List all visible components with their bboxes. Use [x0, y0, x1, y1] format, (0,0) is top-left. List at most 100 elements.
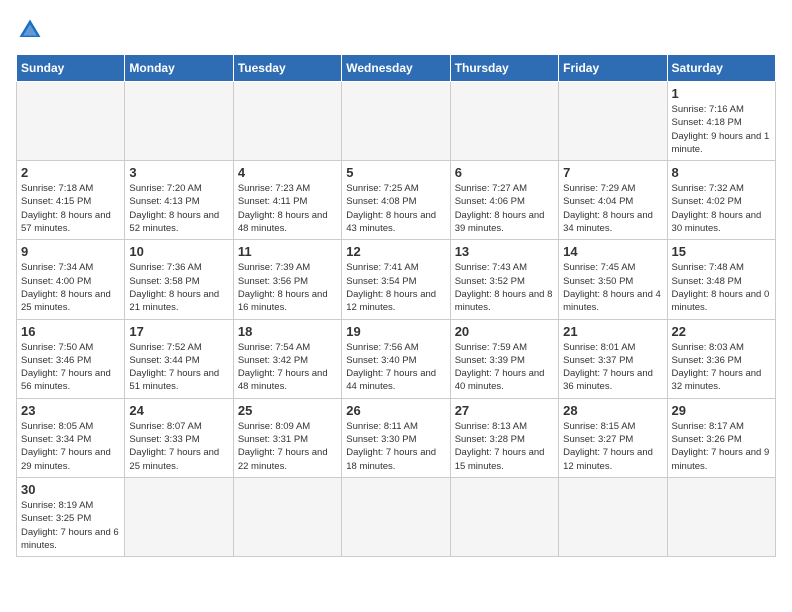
week-row-6: 30 Sunrise: 8:19 AM Sunset: 3:25 PM Dayli… [17, 477, 776, 556]
day-number: 10 [129, 244, 228, 259]
day-cell: 22Sunrise: 8:03 AM Sunset: 3:36 PM Dayli… [667, 319, 775, 398]
calendar-header-row: SundayMondayTuesdayWednesdayThursdayFrid… [17, 55, 776, 82]
day-cell: 4 Sunrise: 7:23 AM Sunset: 4:11 PM Daylig… [233, 161, 341, 240]
day-number: 27 [455, 403, 554, 418]
day-number: 8 [672, 165, 771, 180]
day-cell: 14 Sunrise: 7:45 AM Sunset: 3:50 PM Dayli… [559, 240, 667, 319]
day-info: Sunrise: 7:45 AM Sunset: 3:50 PM Dayligh… [563, 261, 662, 314]
col-header-wednesday: Wednesday [342, 55, 450, 82]
day-cell: 29Sunrise: 8:17 AM Sunset: 3:26 PM Dayli… [667, 398, 775, 477]
col-header-sunday: Sunday [17, 55, 125, 82]
day-number: 12 [346, 244, 445, 259]
day-info: Sunrise: 7:54 AM Sunset: 3:42 PM Dayligh… [238, 341, 337, 394]
day-info: Sunrise: 7:59 AM Sunset: 3:39 PM Dayligh… [455, 341, 554, 394]
day-cell [342, 477, 450, 556]
day-number: 23 [21, 403, 120, 418]
day-info: Sunrise: 8:01 AM Sunset: 3:37 PM Dayligh… [563, 341, 662, 394]
week-row-2: 2Sunrise: 7:18 AM Sunset: 4:15 PM Daylig… [17, 161, 776, 240]
day-info: Sunrise: 8:07 AM Sunset: 3:33 PM Dayligh… [129, 420, 228, 473]
day-cell [342, 82, 450, 161]
col-header-thursday: Thursday [450, 55, 558, 82]
day-cell: 10Sunrise: 7:36 AM Sunset: 3:58 PM Dayli… [125, 240, 233, 319]
day-cell: 23Sunrise: 8:05 AM Sunset: 3:34 PM Dayli… [17, 398, 125, 477]
day-cell: 15 Sunrise: 7:48 AM Sunset: 3:48 PM Dayli… [667, 240, 775, 319]
day-number: 1 [672, 86, 771, 101]
day-number: 26 [346, 403, 445, 418]
day-info: Sunrise: 7:43 AM Sunset: 3:52 PM Dayligh… [455, 261, 554, 314]
day-info: Sunrise: 7:56 AM Sunset: 3:40 PM Dayligh… [346, 341, 445, 394]
day-info: Sunrise: 7:20 AM Sunset: 4:13 PM Dayligh… [129, 182, 228, 235]
day-number: 21 [563, 324, 662, 339]
day-cell: 1 Sunrise: 7:16 AM Sunset: 4:18 PM Daylig… [667, 82, 775, 161]
day-cell: 18 Sunrise: 7:54 AM Sunset: 3:42 PM Dayli… [233, 319, 341, 398]
logo [16, 16, 48, 44]
day-cell: 6 Sunrise: 7:27 AM Sunset: 4:06 PM Daylig… [450, 161, 558, 240]
day-number: 5 [346, 165, 445, 180]
day-cell [450, 82, 558, 161]
col-header-saturday: Saturday [667, 55, 775, 82]
day-number: 25 [238, 403, 337, 418]
day-info: Sunrise: 7:25 AM Sunset: 4:08 PM Dayligh… [346, 182, 445, 235]
day-cell: 13 Sunrise: 7:43 AM Sunset: 3:52 PM Dayli… [450, 240, 558, 319]
day-info: Sunrise: 7:41 AM Sunset: 3:54 PM Dayligh… [346, 261, 445, 314]
week-row-4: 16 Sunrise: 7:50 AM Sunset: 3:46 PM Dayli… [17, 319, 776, 398]
day-number: 16 [21, 324, 120, 339]
day-number: 30 [21, 482, 120, 497]
day-info: Sunrise: 7:52 AM Sunset: 3:44 PM Dayligh… [129, 341, 228, 394]
day-info: Sunrise: 7:32 AM Sunset: 4:02 PM Dayligh… [672, 182, 771, 235]
day-cell: 17 Sunrise: 7:52 AM Sunset: 3:44 PM Dayli… [125, 319, 233, 398]
week-row-3: 9 Sunrise: 7:34 AM Sunset: 4:00 PM Daylig… [17, 240, 776, 319]
day-cell: 28Sunrise: 8:15 AM Sunset: 3:27 PM Dayli… [559, 398, 667, 477]
day-info: Sunrise: 7:27 AM Sunset: 4:06 PM Dayligh… [455, 182, 554, 235]
day-info: Sunrise: 8:19 AM Sunset: 3:25 PM Dayligh… [21, 499, 120, 552]
day-cell [559, 477, 667, 556]
day-number: 24 [129, 403, 228, 418]
day-cell [559, 82, 667, 161]
day-cell [233, 477, 341, 556]
day-number: 11 [238, 244, 337, 259]
day-info: Sunrise: 7:48 AM Sunset: 3:48 PM Dayligh… [672, 261, 771, 314]
day-cell: 9 Sunrise: 7:34 AM Sunset: 4:00 PM Daylig… [17, 240, 125, 319]
day-info: Sunrise: 7:16 AM Sunset: 4:18 PM Dayligh… [672, 103, 771, 156]
day-number: 15 [672, 244, 771, 259]
day-cell: 3Sunrise: 7:20 AM Sunset: 4:13 PM Daylig… [125, 161, 233, 240]
day-cell [233, 82, 341, 161]
day-cell: 20 Sunrise: 7:59 AM Sunset: 3:39 PM Dayli… [450, 319, 558, 398]
day-info: Sunrise: 7:23 AM Sunset: 4:11 PM Dayligh… [238, 182, 337, 235]
col-header-tuesday: Tuesday [233, 55, 341, 82]
day-info: Sunrise: 7:50 AM Sunset: 3:46 PM Dayligh… [21, 341, 120, 394]
day-number: 9 [21, 244, 120, 259]
day-number: 14 [563, 244, 662, 259]
day-cell: 25Sunrise: 8:09 AM Sunset: 3:31 PM Dayli… [233, 398, 341, 477]
day-number: 13 [455, 244, 554, 259]
day-cell: 5 Sunrise: 7:25 AM Sunset: 4:08 PM Daylig… [342, 161, 450, 240]
day-cell: 12 Sunrise: 7:41 AM Sunset: 3:54 PM Dayli… [342, 240, 450, 319]
day-info: Sunrise: 7:34 AM Sunset: 4:00 PM Dayligh… [21, 261, 120, 314]
day-cell [125, 477, 233, 556]
day-cell [17, 82, 125, 161]
day-number: 17 [129, 324, 228, 339]
day-cell: 19Sunrise: 7:56 AM Sunset: 3:40 PM Dayli… [342, 319, 450, 398]
day-info: Sunrise: 8:15 AM Sunset: 3:27 PM Dayligh… [563, 420, 662, 473]
week-row-5: 23Sunrise: 8:05 AM Sunset: 3:34 PM Dayli… [17, 398, 776, 477]
day-number: 18 [238, 324, 337, 339]
day-number: 6 [455, 165, 554, 180]
day-info: Sunrise: 7:18 AM Sunset: 4:15 PM Dayligh… [21, 182, 120, 235]
day-cell: 11Sunrise: 7:39 AM Sunset: 3:56 PM Dayli… [233, 240, 341, 319]
calendar: SundayMondayTuesdayWednesdayThursdayFrid… [16, 54, 776, 557]
day-cell: 27 Sunrise: 8:13 AM Sunset: 3:28 PM Dayli… [450, 398, 558, 477]
day-number: 4 [238, 165, 337, 180]
day-number: 20 [455, 324, 554, 339]
day-cell: 26 Sunrise: 8:11 AM Sunset: 3:30 PM Dayli… [342, 398, 450, 477]
day-cell [450, 477, 558, 556]
day-cell: 7Sunrise: 7:29 AM Sunset: 4:04 PM Daylig… [559, 161, 667, 240]
day-cell: 21 Sunrise: 8:01 AM Sunset: 3:37 PM Dayli… [559, 319, 667, 398]
day-info: Sunrise: 8:11 AM Sunset: 3:30 PM Dayligh… [346, 420, 445, 473]
day-info: Sunrise: 8:13 AM Sunset: 3:28 PM Dayligh… [455, 420, 554, 473]
col-header-monday: Monday [125, 55, 233, 82]
day-cell [125, 82, 233, 161]
week-row-1: 1 Sunrise: 7:16 AM Sunset: 4:18 PM Daylig… [17, 82, 776, 161]
day-cell: 30 Sunrise: 8:19 AM Sunset: 3:25 PM Dayli… [17, 477, 125, 556]
day-cell: 2Sunrise: 7:18 AM Sunset: 4:15 PM Daylig… [17, 161, 125, 240]
header [16, 16, 776, 44]
